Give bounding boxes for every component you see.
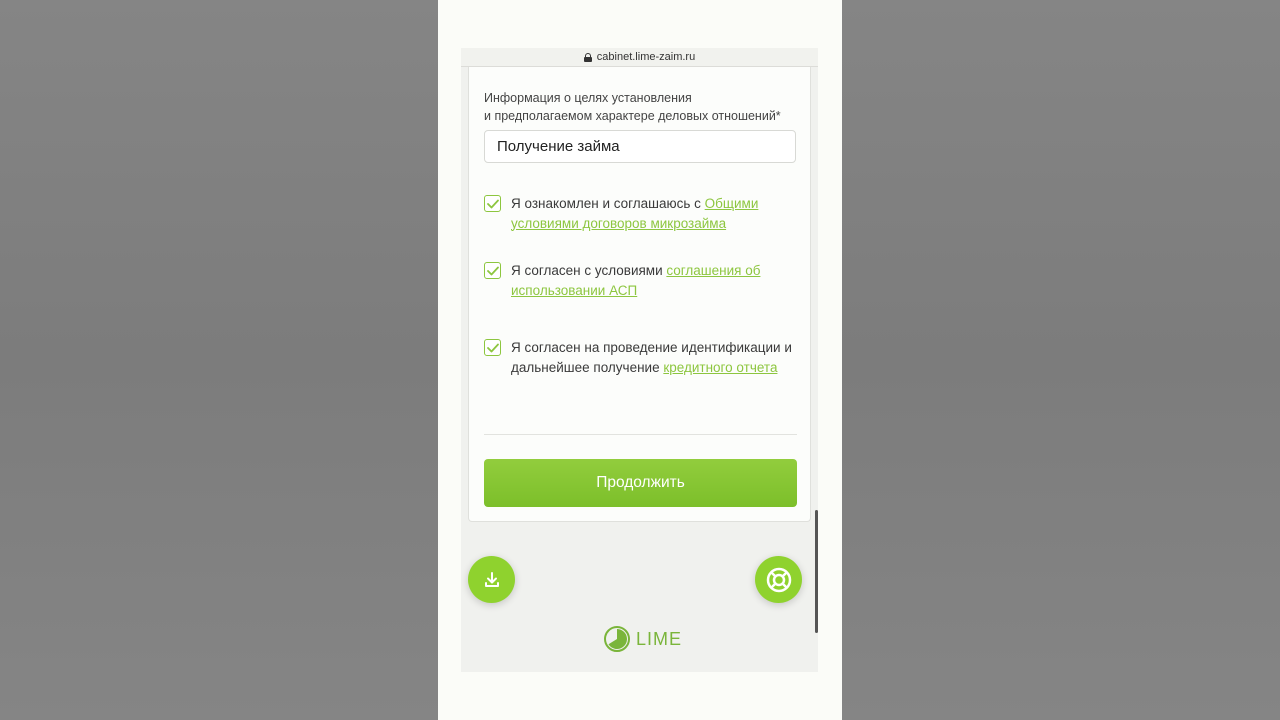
agree-terms-label: Я ознакомлен и соглашаюсь с	[511, 196, 705, 211]
agree-terms-row[interactable]: Я ознакомлен и соглашаюсь с Общими услов…	[484, 194, 799, 233]
background-left	[0, 0, 438, 720]
checkmark-icon	[486, 199, 499, 208]
agree-identification-text: Я согласен на проведение идентификации и…	[511, 338, 799, 377]
purpose-field-label-line1: Информация о целях установления	[484, 91, 692, 105]
divider	[484, 434, 797, 435]
agree-asp-checkbox[interactable]	[484, 262, 501, 279]
agree-terms-checkbox[interactable]	[484, 195, 501, 212]
help-button[interactable]	[755, 556, 802, 603]
download-icon	[484, 571, 499, 587]
lime-logo-icon	[604, 626, 630, 652]
download-button[interactable]	[468, 556, 515, 603]
agree-asp-text: Я согласен с условиями соглашения об исп…	[511, 261, 799, 300]
purpose-input[interactable]: Получение займа	[484, 130, 796, 163]
checkmark-icon	[486, 266, 499, 275]
form-card: Информация о целях установления и предпо…	[468, 67, 811, 522]
agree-asp-label: Я согласен с условиями	[511, 263, 667, 278]
scrollbar[interactable]	[815, 510, 818, 633]
credit-report-link[interactable]: кредитного отчета	[663, 360, 777, 375]
purpose-field-label: Информация о целях установления и предпо…	[484, 89, 804, 125]
phone-screen: cabinet.lime-zaim.ru Информация о целях …	[438, 0, 842, 720]
continue-button[interactable]: Продолжить	[484, 459, 797, 507]
purpose-field-label-line2: и предполагаемом характере деловых отнош…	[484, 109, 781, 123]
address-bar[interactable]: cabinet.lime-zaim.ru	[461, 48, 818, 67]
background-right	[842, 0, 1280, 720]
lock-icon	[583, 52, 592, 62]
lime-logo-text: LIME	[636, 628, 683, 649]
lifebuoy-icon	[766, 567, 791, 592]
purpose-input-value: Получение займа	[497, 138, 620, 155]
agree-asp-row[interactable]: Я согласен с условиями соглашения об исп…	[484, 261, 799, 300]
agree-identification-checkbox[interactable]	[484, 339, 501, 356]
agree-identification-row[interactable]: Я согласен на проведение идентификации и…	[484, 338, 799, 377]
url-text: cabinet.lime-zaim.ru	[596, 51, 696, 63]
agree-terms-text: Я ознакомлен и соглашаюсь с Общими услов…	[511, 194, 799, 233]
lime-logo: LIME	[603, 625, 682, 653]
checkmark-icon	[486, 343, 499, 352]
